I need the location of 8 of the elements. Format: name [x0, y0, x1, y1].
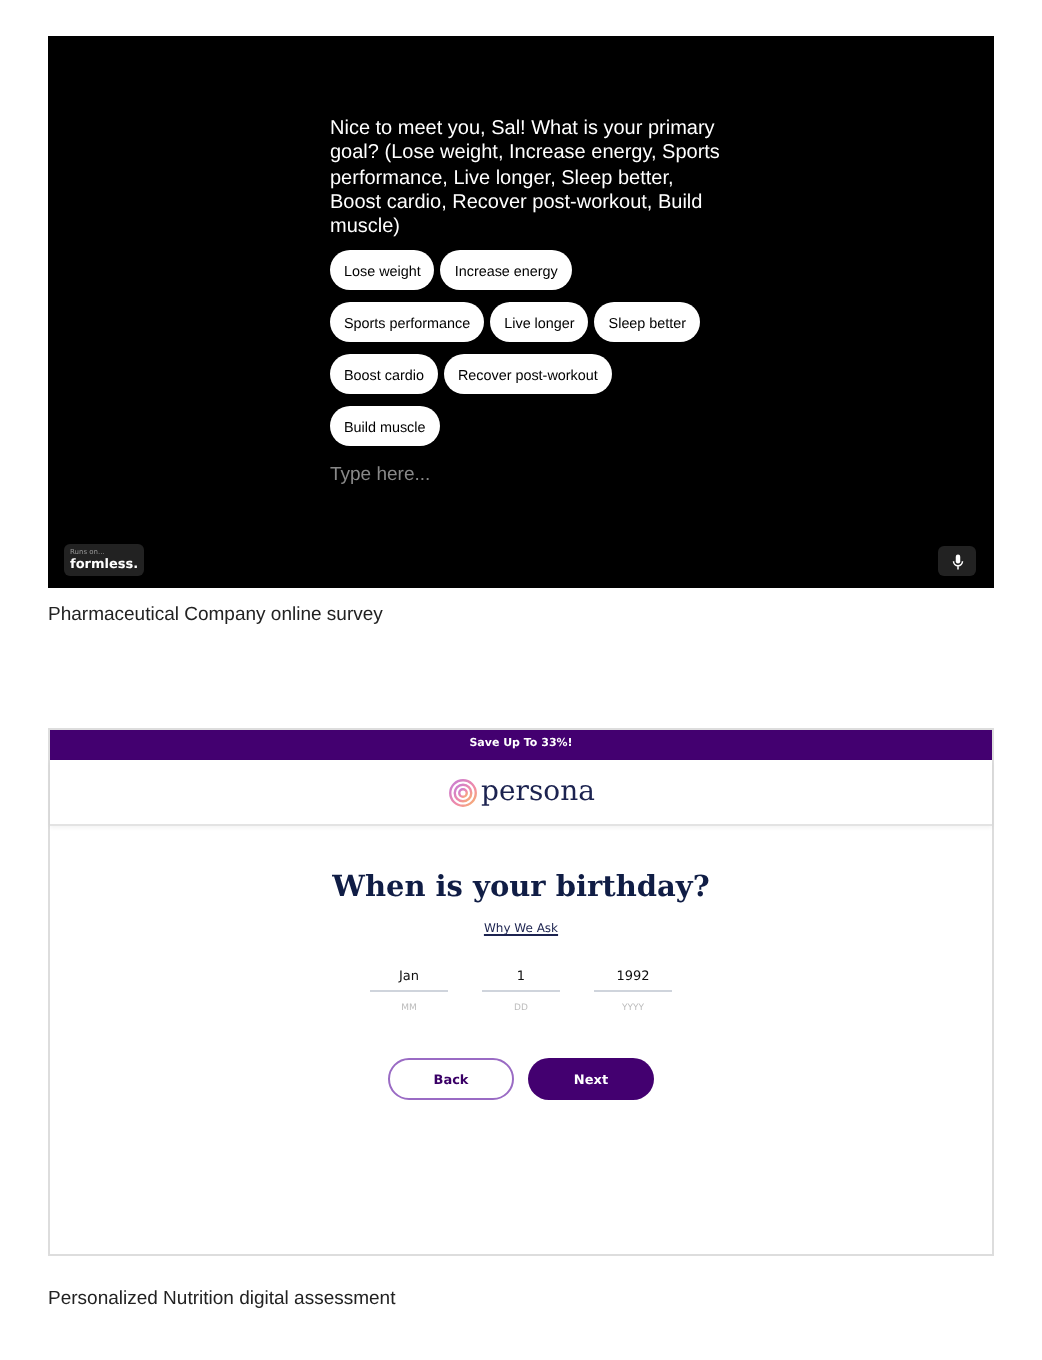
caption-text: Personalized Nutrition digital assessment — [48, 1288, 398, 1310]
question-heading: When is your birthday? — [332, 870, 710, 904]
microphone-icon — [951, 553, 963, 569]
caption-text: Pharmaceutical Company online survey — [48, 604, 385, 626]
question-text: Nice to meet you, Sal! What is your primary goal? (Lose weight, Increase energy, Sports performance, Live longer, Sleep better, Boost cardio, Recover post-workout, Build muscle) — [330, 118, 722, 241]
microphone-button[interactable] — [938, 546, 976, 576]
logo-text: persona — [481, 776, 595, 808]
input-field[interactable]: Type here... — [330, 464, 570, 487]
